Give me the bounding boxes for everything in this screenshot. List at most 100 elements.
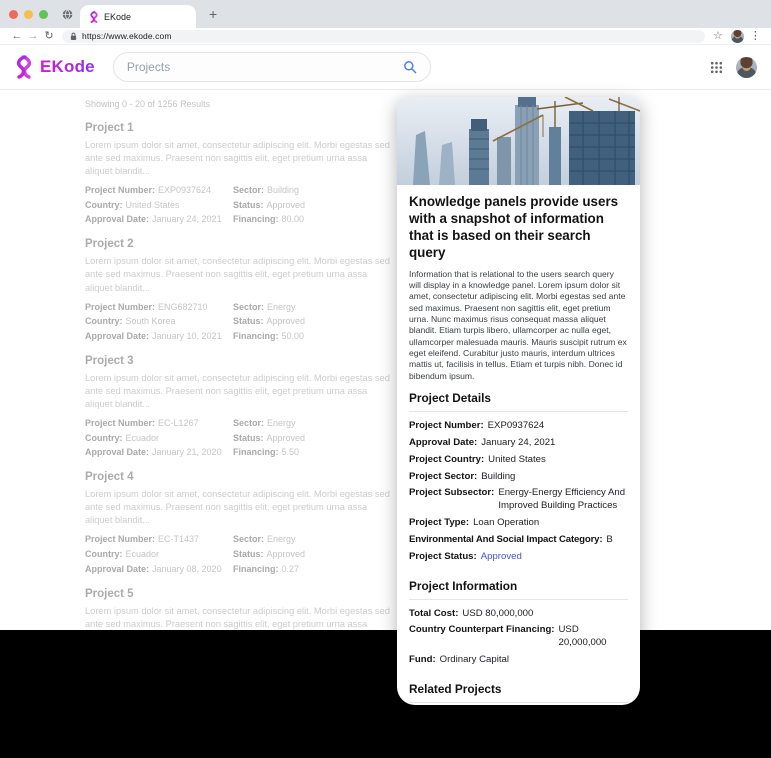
project-meta: Project Number:EC-L1267 Sector:Energy Co… — [85, 417, 393, 458]
project-snippet: Lorem ipsum dolor sit amet, consectetur … — [85, 139, 393, 178]
project-result-card: Project 1 Lorem ipsum dolor sit amet, co… — [85, 122, 393, 225]
search-input[interactable] — [127, 60, 403, 74]
meta-label: Status: — [233, 433, 264, 443]
browser-window: EKode + ← → ↻ https://www.ekode.com ☆ ⋮ … — [0, 0, 771, 630]
user-avatar[interactable] — [736, 57, 757, 78]
detail-value: Building — [481, 471, 515, 484]
search-icon[interactable] — [403, 60, 417, 74]
meta-value: ENG682710 — [158, 302, 208, 312]
project-title[interactable]: Project 3 — [85, 355, 393, 367]
detail-row: Project Type:Loan Operation — [409, 517, 628, 530]
project-result-card: Project 2 Lorem ipsum dolor sit amet, co… — [85, 238, 393, 341]
lock-icon — [70, 32, 77, 41]
project-snippet: Lorem ipsum dolor sit amet, consectetur … — [85, 605, 393, 630]
meta-value: January 24, 2021 — [152, 214, 222, 224]
browser-tab-ekode[interactable]: EKode — [80, 5, 196, 28]
window-zoom-icon[interactable] — [39, 10, 48, 19]
project-title[interactable]: Project 2 — [85, 238, 393, 250]
browser-tab-strip: EKode + — [0, 0, 771, 28]
back-icon[interactable]: ← — [9, 31, 25, 42]
search-bar[interactable] — [113, 52, 431, 82]
meta-value: Energy — [267, 418, 296, 428]
app-header: EKode — [0, 45, 771, 90]
info-value: USD 20,000,000 — [559, 624, 629, 650]
browser-menu-icon[interactable]: ⋮ — [750, 31, 761, 42]
meta-label: Sector: — [233, 534, 264, 544]
reload-icon[interactable]: ↻ — [41, 31, 57, 42]
project-title[interactable]: Project 4 — [85, 471, 393, 483]
apps-grid-icon[interactable] — [710, 61, 723, 74]
project-status-link[interactable]: Approved — [481, 551, 522, 564]
detail-value: B — [606, 534, 612, 547]
info-row: Fund:Ordinary Capital — [409, 654, 628, 667]
window-minimize-icon[interactable] — [24, 10, 33, 19]
browser-globe-icon — [62, 9, 73, 20]
window-close-icon[interactable] — [9, 10, 18, 19]
new-tab-icon[interactable]: + — [209, 7, 217, 21]
detail-label: Project Sector: — [409, 471, 477, 484]
meta-value: United States — [126, 200, 180, 210]
meta-value: January 08, 2020 — [152, 564, 222, 574]
detail-label: Approval Date: — [409, 437, 477, 450]
project-details-section: Project Number: EXP0937624 Approval Date:… — [409, 412, 628, 572]
detail-row: Project Subsector:Energy-Energy Efficien… — [409, 487, 628, 513]
meta-value: January 10, 2021 — [152, 331, 222, 341]
project-result-card: Project 3 Lorem ipsum dolor sit amet, co… — [85, 355, 393, 458]
browser-avatar[interactable] — [731, 30, 744, 43]
project-snippet: Lorem ipsum dolor sit amet, consectetur … — [85, 488, 393, 527]
meta-label: Financing: — [233, 447, 279, 457]
forward-icon[interactable]: → — [25, 31, 41, 42]
detail-label: Project Country: — [409, 454, 484, 467]
info-row: Total Cost: USD 80,000,000 — [409, 608, 628, 621]
meta-value: 5.50 — [282, 447, 300, 457]
meta-value: Building — [267, 185, 299, 195]
meta-label: Sector: — [233, 302, 264, 312]
tab-title: EKode — [104, 12, 131, 22]
meta-label: Project Number: — [85, 418, 155, 428]
project-information-section: Total Cost:USD 80,000,000 Country Counte… — [409, 600, 628, 675]
project-result-card: Project 5 Lorem ipsum dolor sit amet, co… — [85, 588, 393, 630]
info-value: USD 80,000,000 — [462, 608, 533, 621]
bookmark-star-icon[interactable]: ☆ — [713, 31, 723, 42]
detail-value: Energy-Energy Efficiency And Improved Bu… — [498, 487, 628, 513]
meta-label: Country: — [85, 316, 123, 326]
meta-label: Approval Date: — [85, 564, 149, 574]
meta-label: Project Number: — [85, 534, 155, 544]
meta-value: Approved — [267, 433, 306, 443]
detail-row: Approval Date: January 24, 2021 — [409, 437, 628, 450]
meta-value: Energy — [267, 302, 296, 312]
meta-label: Financing: — [233, 564, 279, 574]
meta-label: Project Number: — [85, 185, 155, 195]
meta-label: Status: — [233, 316, 264, 326]
project-title[interactable]: Project 1 — [85, 122, 393, 134]
detail-row: Project Status:Approved — [409, 551, 628, 564]
meta-value: January 21, 2020 — [152, 447, 222, 457]
detail-label: Project Number: — [409, 420, 484, 433]
meta-value: Approved — [267, 200, 306, 210]
ekode-logo[interactable]: EKode — [14, 55, 95, 79]
project-meta: Project Number:ENG682710 Sector:Energy C… — [85, 301, 393, 342]
panel-title: Knowledge panels provide users with a sn… — [409, 194, 628, 262]
meta-label: Financing: — [233, 214, 279, 224]
meta-label: Approval Date: — [85, 331, 149, 341]
meta-label: Country: — [85, 200, 123, 210]
results-count: Showing 0 - 20 of 1256 Results — [85, 99, 393, 109]
url-bar[interactable]: https://www.ekode.com — [62, 30, 705, 43]
meta-label: Approval Date: — [85, 447, 149, 457]
ekode-favicon-icon — [89, 11, 99, 23]
detail-row: Project Country: United States — [409, 454, 628, 467]
info-label: Total Cost: — [409, 608, 458, 621]
meta-label: Status: — [233, 200, 264, 210]
project-title[interactable]: Project 5 — [85, 588, 393, 600]
detail-label: Project Type: — [409, 517, 469, 530]
knowledge-panel: Knowledge panels provide users with a sn… — [397, 97, 640, 705]
meta-value: EC-L1267 — [158, 418, 199, 428]
detail-value: United States — [488, 454, 546, 467]
detail-value: EXP0937624 — [488, 420, 545, 433]
detail-label: Environmental And Social Impact Category… — [409, 534, 602, 547]
meta-value: 0.27 — [282, 564, 300, 574]
section-heading-project-details: Project Details — [409, 391, 628, 412]
project-snippet: Lorem ipsum dolor sit amet, consectetur … — [85, 372, 393, 411]
meta-value: 80.00 — [282, 214, 305, 224]
detail-value: January 24, 2021 — [481, 437, 555, 450]
